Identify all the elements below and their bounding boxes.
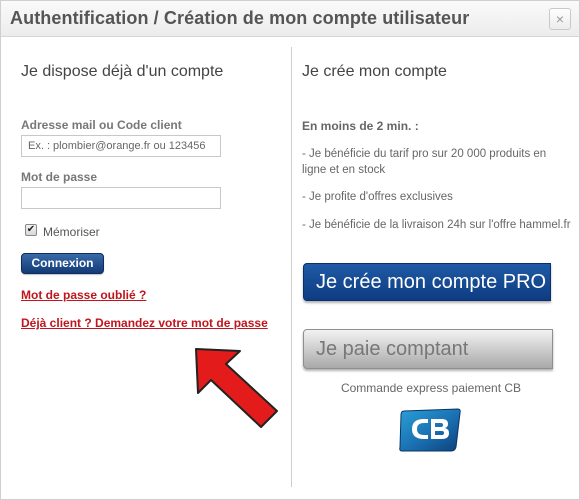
checkmark-icon: ✔: [26, 224, 36, 235]
express-checkout-text: Commande express paiement CB: [340, 381, 522, 395]
request-password-link[interactable]: Déjà client ? Demandez votre mot de pass…: [21, 316, 268, 330]
close-button[interactable]: ×: [549, 8, 571, 30]
forgot-password-link[interactable]: Mot de passe oublié ?: [21, 288, 146, 302]
password-label: Mot de passe: [21, 170, 98, 184]
signup-heading: Je crée mon compte: [302, 63, 447, 80]
red-arrow: [195, 348, 278, 428]
pay-cash-button[interactable]: Je paie comptant: [303, 329, 553, 369]
benefit-item: - Je profite d'offres exclusives: [302, 191, 453, 203]
signup-intro: En moins de 2 min. :: [302, 119, 419, 133]
column-divider: [291, 47, 292, 487]
email-input[interactable]: [21, 135, 221, 157]
connexion-button[interactable]: Connexion: [21, 253, 104, 274]
remember-checkbox[interactable]: ✔: [25, 224, 37, 236]
password-input[interactable]: [21, 187, 221, 209]
cb-card-logo: [399, 408, 461, 452]
remember-label: Mémoriser: [43, 225, 100, 239]
login-heading: Je dispose déjà d'un compte: [21, 63, 224, 80]
auth-dialog: Authentification / Création de mon compt…: [0, 0, 580, 500]
create-pro-account-button[interactable]: Je crée mon compte PRO: [303, 263, 551, 301]
dialog-title: Authentification / Création de mon compt…: [10, 8, 470, 28]
dialog-titlebar: Authentification / Création de mon compt…: [1, 1, 579, 37]
benefit-item: - Je bénéficie de la livraison 24h sur l…: [302, 219, 571, 231]
email-label: Adresse mail ou Code client: [21, 118, 182, 132]
close-icon: ×: [555, 11, 565, 27]
benefit-item: - Je bénéficie du tarif pro sur 20 000 p…: [302, 148, 547, 176]
